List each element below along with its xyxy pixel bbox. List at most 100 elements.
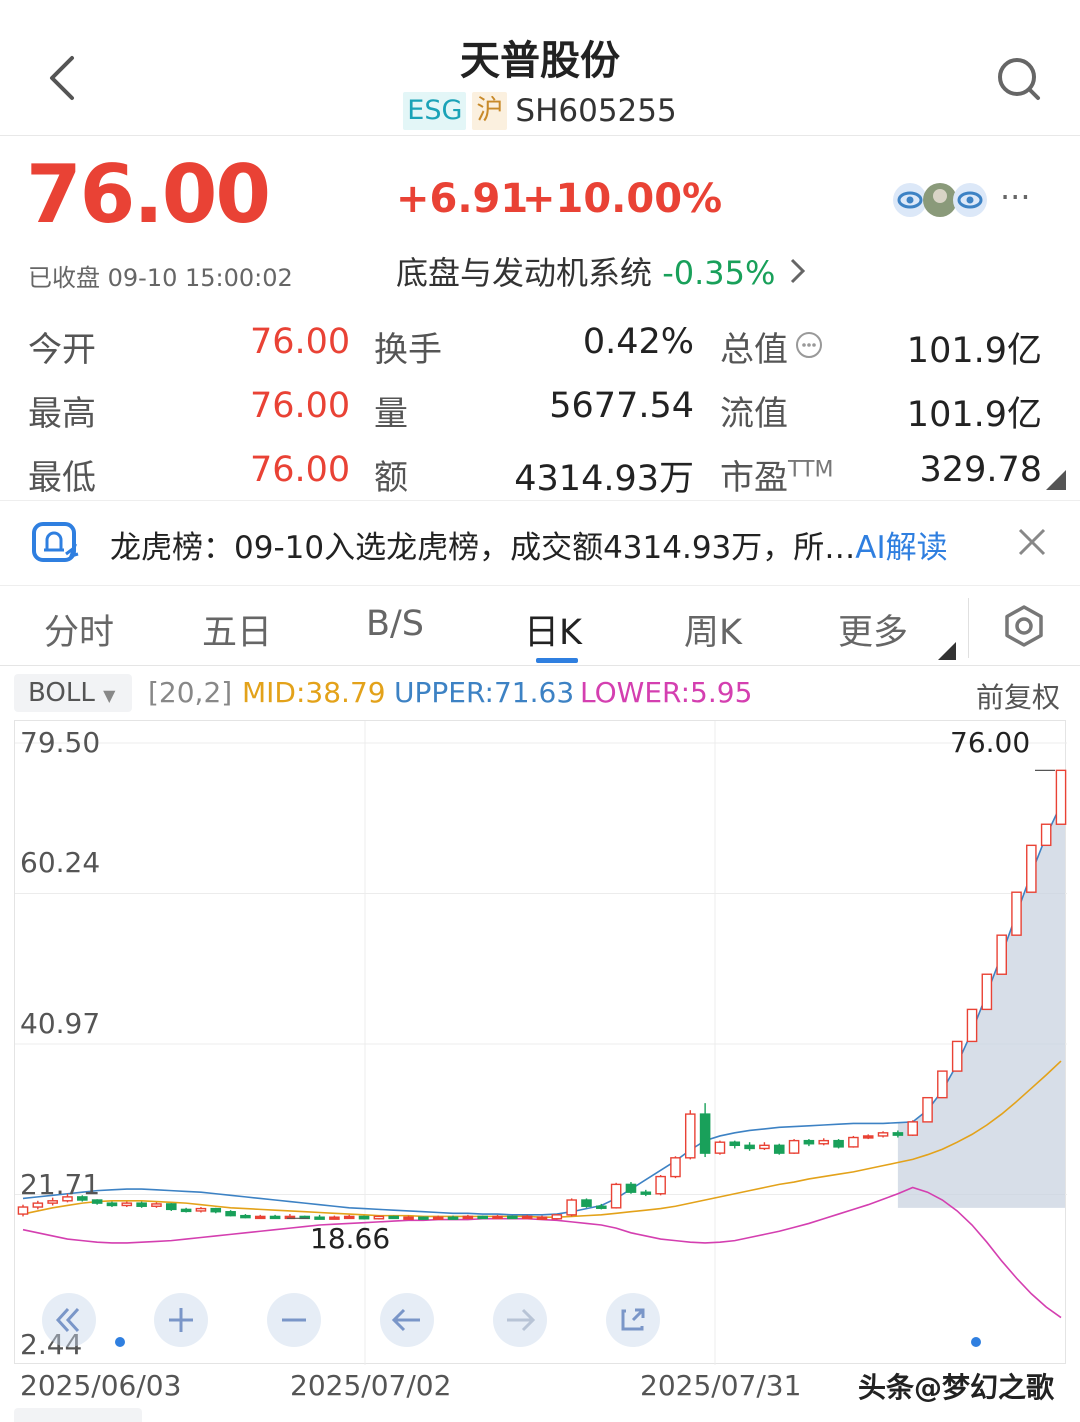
tab-intraday[interactable]: 分时	[44, 604, 114, 655]
candle-body	[566, 1199, 577, 1216]
pe-ttm-sup: TTM	[788, 457, 834, 483]
candle-body	[788, 1139, 800, 1154]
turnover-label: 换手	[374, 330, 442, 370]
candle-body	[818, 1139, 830, 1145]
chart-dot-marker	[971, 1337, 981, 1347]
candle-body	[418, 1216, 429, 1220]
sector-name: 底盘与发动机系统	[396, 254, 653, 292]
stock-code-line: ESG 沪 SH605255	[0, 92, 1080, 130]
candle-body	[907, 1121, 919, 1136]
tab-weekly-k[interactable]: 周K	[684, 604, 742, 655]
low-value: 76.00	[250, 450, 351, 490]
volume-label: 量	[374, 394, 408, 434]
candle-body	[714, 1141, 726, 1154]
tab-more[interactable]: 更多	[838, 604, 908, 655]
reset-view-button[interactable]	[606, 1293, 660, 1347]
candle-body	[655, 1175, 666, 1195]
tab-bs[interactable]: B/S	[366, 604, 424, 644]
banner-text[interactable]: 龙虎榜：09-10入选龙虎榜，成交额4314.93万，所…AI解读	[110, 522, 948, 567]
candle-body	[937, 1070, 948, 1099]
boll-lower: LOWER:5.95	[580, 676, 753, 709]
candle-body	[996, 934, 1007, 975]
tab-five-day[interactable]: 五日	[202, 604, 272, 655]
market-badge: 沪	[472, 92, 508, 130]
stock-code: SH605255	[515, 93, 677, 129]
stock-name: 天普股份	[460, 38, 620, 84]
expand-corner-icon[interactable]	[1046, 470, 1066, 490]
candle-body	[373, 1215, 385, 1220]
candle-body	[492, 1215, 503, 1220]
adjust-mode[interactable]: 前复权	[976, 676, 1060, 716]
k-line-chart[interactable]	[14, 720, 1067, 1365]
info-icon[interactable]	[794, 330, 824, 360]
volume-panel-label	[14, 1408, 142, 1422]
float-value: 101.9亿	[906, 395, 1042, 435]
candle-body	[195, 1207, 207, 1212]
x-tick-label: 2025/07/02	[290, 1369, 452, 1402]
candle-body	[240, 1214, 251, 1219]
last-price: 76.00	[26, 148, 271, 241]
zoom-out-button[interactable]	[267, 1293, 321, 1347]
more-icon[interactable]: ···	[1000, 178, 1031, 216]
market-status: 已收盘 09-10 15:00:02	[28, 264, 293, 292]
open-value: 76.00	[250, 322, 351, 362]
high-value: 76.00	[250, 386, 351, 426]
ai-interpret-link[interactable]: AI解读	[855, 530, 947, 566]
scroll-left-button[interactable]	[380, 1293, 434, 1347]
candle-body	[640, 1191, 652, 1195]
candle-body	[699, 1113, 711, 1154]
candle-body	[833, 1139, 844, 1148]
turnover-value: 0.42%	[582, 322, 694, 362]
x-tick-label: 2025/06/03	[20, 1369, 182, 1402]
candle-body	[610, 1183, 622, 1209]
mktcap-label: 总值	[720, 330, 788, 370]
candle-body	[314, 1216, 325, 1220]
candle-body	[180, 1208, 192, 1213]
rewind-button[interactable]	[42, 1293, 96, 1347]
candle-body	[447, 1216, 459, 1220]
price-change-pct: +10.00%	[522, 176, 723, 222]
volume-value: 5677.54	[549, 386, 694, 426]
indicator-select[interactable]: BOLL ▼	[14, 674, 132, 712]
y-tick-label: 21.71	[20, 1168, 101, 1201]
chart-canvas	[15, 721, 1067, 1365]
y-tick-label: 79.50	[20, 726, 101, 759]
candle-body	[269, 1215, 281, 1220]
close-icon[interactable]	[1014, 524, 1050, 560]
candle-body	[922, 1096, 933, 1123]
candle-body	[1040, 823, 1052, 847]
scroll-right-button[interactable]	[493, 1293, 547, 1347]
candle-body	[151, 1203, 162, 1207]
candle-body	[47, 1200, 58, 1204]
tab-daily-k[interactable]: 日K	[524, 604, 582, 655]
search-icon[interactable]	[994, 54, 1044, 104]
zoom-in-button[interactable]	[154, 1293, 208, 1347]
max-price-label: 76.00	[950, 726, 1031, 759]
min-price-label: 18.66	[310, 1222, 391, 1255]
candle-body	[507, 1215, 518, 1220]
candle-body	[729, 1141, 741, 1147]
indicator-params: [20,2]	[148, 676, 233, 709]
candle-body	[1026, 844, 1037, 893]
candle-body	[329, 1216, 340, 1220]
candle-body	[759, 1144, 770, 1150]
fit-screen-icon	[621, 1308, 645, 1331]
sector-link[interactable]: 底盘与发动机系统 -0.35%	[396, 248, 808, 294]
candle-body	[121, 1202, 133, 1207]
watermark: 头条@梦幻之歌	[858, 1371, 1055, 1404]
candle-body	[403, 1216, 414, 1220]
candle-body	[951, 1040, 963, 1072]
pe-value: 329.78	[919, 450, 1042, 490]
candle-body	[136, 1202, 147, 1207]
esg-badge[interactable]: ESG	[403, 92, 467, 130]
candle-body	[670, 1157, 681, 1178]
active-tab-indicator	[536, 658, 578, 663]
settings-icon[interactable]	[1002, 604, 1046, 648]
more-corner-icon	[938, 642, 956, 660]
alert-icon	[30, 518, 80, 568]
followers-avatars[interactable]	[892, 178, 992, 222]
tab-divider	[968, 598, 969, 658]
high-label: 最高	[28, 394, 96, 434]
candle-body	[225, 1211, 236, 1217]
amount-label: 额	[374, 458, 408, 498]
